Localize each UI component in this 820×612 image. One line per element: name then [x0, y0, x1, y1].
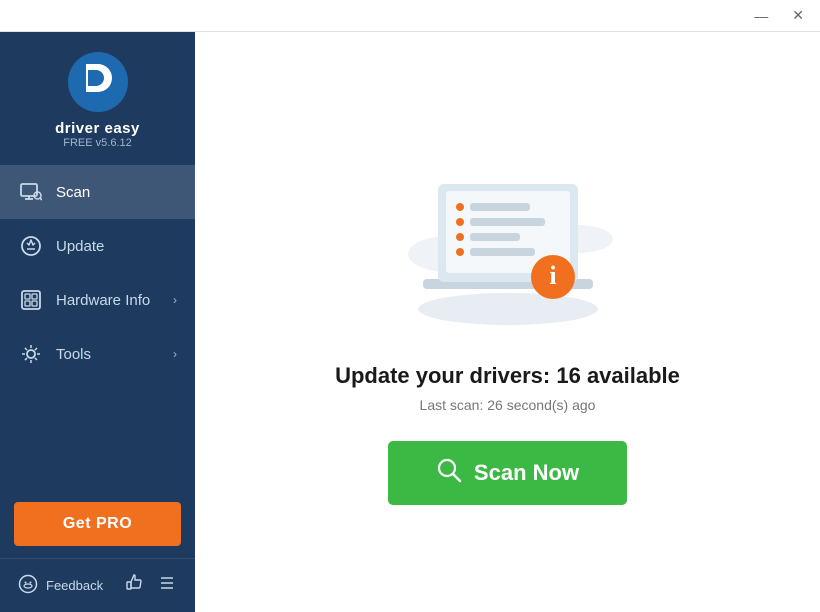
tools-chevron: › — [173, 347, 177, 361]
title-bar: — ✕ — [0, 0, 820, 32]
nav-items: Scan Update — [0, 165, 195, 490]
scan-now-icon — [436, 457, 462, 489]
logo-version: FREE v5.6.12 — [63, 137, 131, 149]
logo-icon — [66, 50, 130, 114]
scan-label: Scan — [56, 184, 177, 201]
scan-now-button[interactable]: Scan Now — [388, 441, 627, 505]
hardware-icon — [18, 287, 44, 313]
tools-label: Tools — [56, 346, 173, 363]
logo-area: driver easy FREE v5.6.12 — [0, 32, 195, 165]
tools-icon — [18, 341, 44, 367]
scan-now-label: Scan Now — [474, 460, 579, 486]
sidebar-item-update[interactable]: Update — [0, 219, 195, 273]
sidebar-bottom-icons — [125, 573, 177, 598]
thumbup-icon[interactable] — [125, 573, 145, 598]
main-area: driver easy FREE v5.6.12 S — [0, 32, 820, 612]
sidebar-item-scan[interactable]: Scan — [0, 165, 195, 219]
app-window: — ✕ driver easy FREE v5.6.12 — [0, 0, 820, 612]
get-pro-button[interactable]: Get PRO — [14, 502, 181, 546]
illustration: i — [368, 139, 648, 339]
update-label: Update — [56, 238, 177, 255]
sidebar: driver easy FREE v5.6.12 S — [0, 32, 195, 612]
hardware-info-chevron: › — [173, 293, 177, 307]
update-icon — [18, 233, 44, 259]
sidebar-item-tools[interactable]: Tools › — [0, 327, 195, 381]
feedback-icon — [18, 574, 38, 597]
svg-text:i: i — [549, 261, 556, 290]
hardware-info-label: Hardware Info — [56, 292, 173, 309]
feedback-area[interactable]: Feedback — [18, 574, 103, 597]
minimize-button[interactable]: — — [748, 6, 774, 26]
scan-icon — [18, 179, 44, 205]
logo-name: driver easy — [55, 120, 140, 137]
sidebar-bottom: Feedback — [0, 558, 195, 612]
sidebar-item-hardware-info[interactable]: Hardware Info › — [0, 273, 195, 327]
sub-title: Last scan: 26 second(s) ago — [420, 397, 596, 413]
list-icon[interactable] — [157, 573, 177, 598]
main-title: Update your drivers: 16 available — [335, 363, 680, 389]
feedback-label: Feedback — [46, 578, 103, 593]
close-button[interactable]: ✕ — [786, 5, 810, 26]
content-area: i Update your drivers: 16 available Last… — [195, 32, 820, 612]
